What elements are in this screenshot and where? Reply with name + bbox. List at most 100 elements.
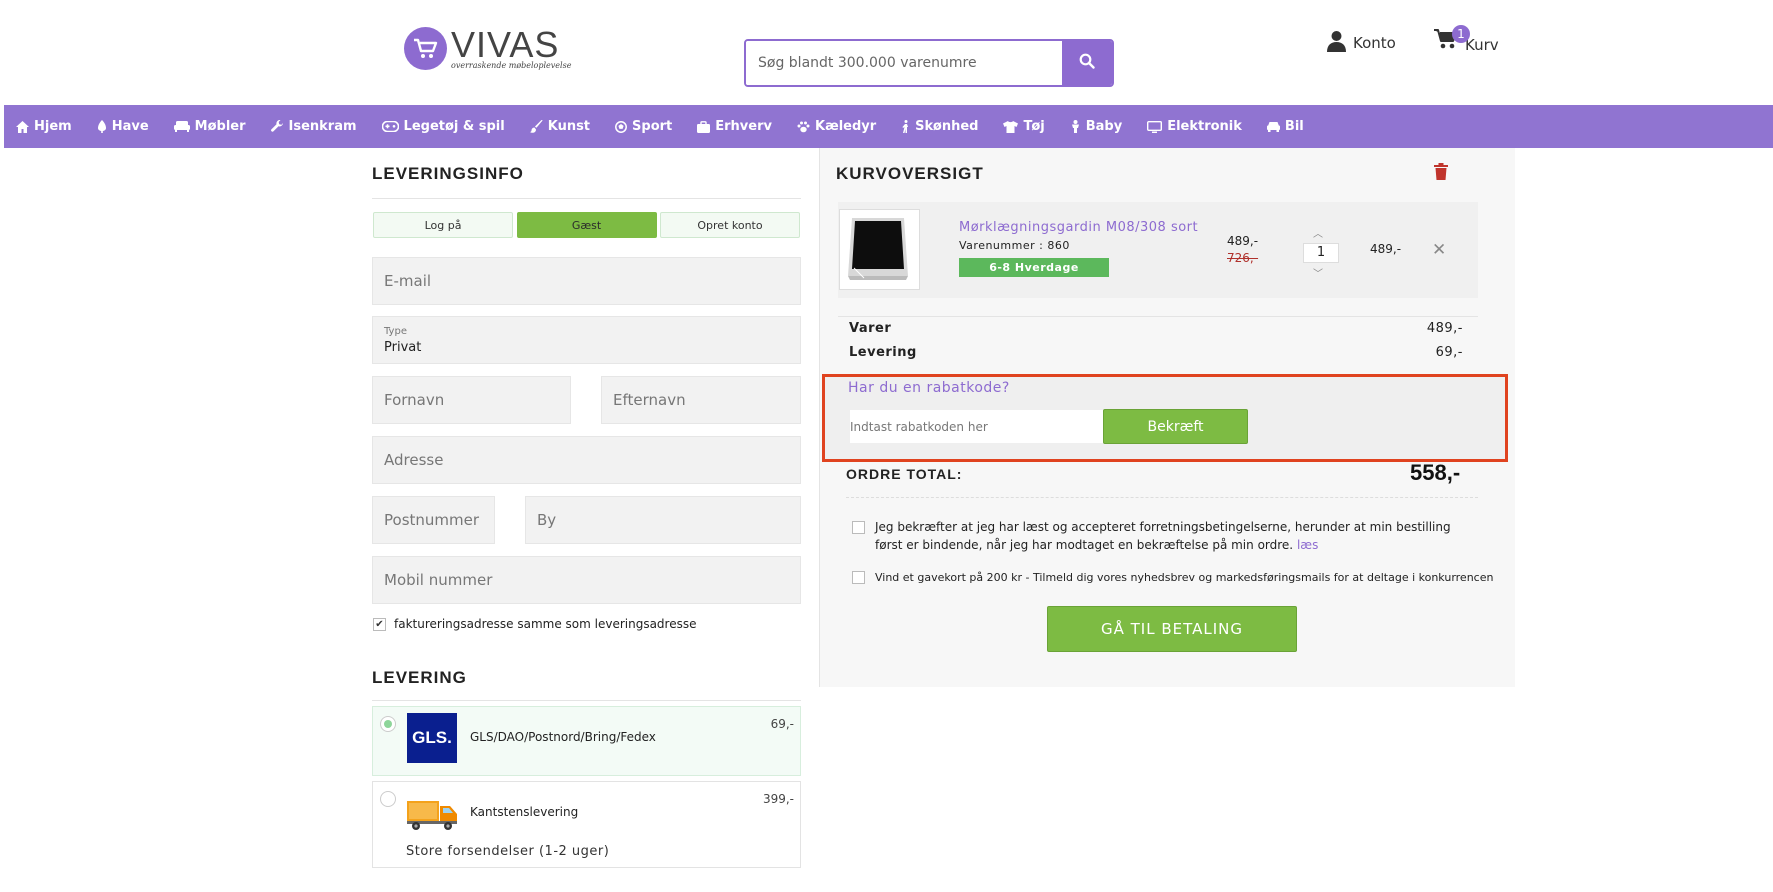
mobile-field[interactable]: Mobil nummer (372, 556, 801, 604)
home-icon (16, 120, 29, 133)
qty-increase-icon[interactable]: ︿ (1313, 225, 1323, 240)
paw-icon (797, 121, 810, 133)
discount-title: Har du en rabatkode? (848, 380, 1010, 396)
gls-logo: GLS. (407, 713, 457, 763)
logo-name: VIVAS (451, 23, 560, 65)
newsletter-checkbox[interactable] (852, 571, 865, 584)
nav-item-kaeledyr[interactable]: Kæledyr (797, 119, 876, 134)
nav-item-mobler[interactable]: Møbler (173, 119, 246, 134)
type-value: Privat (384, 339, 422, 355)
delivery-time-badge: 6-8 Hverdage (959, 258, 1109, 277)
line-total: 489,- (1370, 242, 1402, 256)
shirt-icon (1003, 120, 1019, 133)
delivery-info-title: LEVERINGSINFO (372, 164, 524, 183)
lastname-field[interactable]: Efternavn (601, 376, 801, 424)
cart-link[interactable]: 1 Kurv (1433, 25, 1499, 55)
newsletter-text: Vind et gavekort på 200 kr - Tilmeld dig… (875, 571, 1494, 584)
nav-item-skonhed[interactable]: Skønhed (901, 119, 978, 134)
zip-field[interactable]: Postnummer (372, 496, 495, 544)
billing-same-checkbox[interactable]: ✔ (373, 617, 386, 631)
gamepad-icon (381, 121, 399, 132)
summary-label: Levering (849, 345, 917, 360)
product-thumbnail[interactable] (839, 209, 920, 290)
search-bar (744, 39, 1114, 87)
shipping-option-curbside[interactable]: Kantstenslevering 399,- Store forsendels… (372, 781, 801, 868)
nav-item-legetoj[interactable]: Legetøj & spil (381, 119, 505, 134)
nav-item-isenkram[interactable]: Isenkram (270, 119, 357, 134)
divider (372, 198, 801, 199)
divider (372, 700, 801, 701)
cart-label: Kurv (1465, 36, 1499, 54)
truck-icon (407, 797, 459, 835)
terms-read-link[interactable]: læs (1297, 538, 1318, 552)
email-field[interactable]: E-mail (372, 257, 801, 305)
type-label: Type (384, 325, 407, 337)
product-sku: Varenummer : 860 (959, 239, 1070, 252)
site-logo[interactable]: VIVAS overraskende møbeloplevelse (404, 23, 572, 70)
product-price: 489,- (1227, 234, 1259, 248)
city-field[interactable]: By (525, 496, 801, 544)
shipping-radio-curbside[interactable] (380, 791, 396, 807)
summary-value: 69,- (1435, 345, 1463, 360)
user-icon (1327, 30, 1346, 56)
search-input[interactable] (746, 41, 1062, 85)
monitor-icon (1147, 120, 1163, 133)
cart-count-badge: 1 (1452, 25, 1470, 43)
tree-icon (97, 120, 107, 133)
shipping-option-name: Kantstenslevering (470, 805, 579, 819)
nav-item-toj[interactable]: Tøj (1003, 119, 1045, 134)
nav-item-elektronik[interactable]: Elektronik (1147, 119, 1242, 134)
go-to-payment-button[interactable]: GÅ TIL BETALING (1047, 606, 1297, 652)
remove-item-icon[interactable]: ✕ (1432, 240, 1446, 260)
shipping-radio-gls[interactable] (380, 716, 396, 732)
nav-item-baby[interactable]: Baby (1070, 119, 1122, 134)
firstname-field[interactable]: Fornavn (372, 376, 571, 424)
wrench-icon (270, 120, 284, 133)
summary-row-shipping: Levering 69,- (849, 345, 1463, 360)
divider (846, 497, 1478, 498)
shipping-option-gls[interactable]: GLS. GLS/DAO/Postnord/Bring/Fedex 69,- (372, 706, 801, 776)
newsletter-row: Vind et gavekort på 200 kr - Tilmeld dig… (852, 571, 1493, 584)
tab-create-account[interactable]: Opret konto (660, 212, 800, 238)
ball-icon (615, 120, 627, 133)
summary-label: Varer (849, 321, 892, 336)
cart-title: KURVOVERSIGT (836, 164, 984, 183)
divider (838, 316, 1478, 317)
nav-item-kunst[interactable]: Kunst (529, 119, 590, 134)
briefcase-icon (697, 120, 711, 133)
product-title-link[interactable]: Mørklægningsgardin M08/308 sort (959, 220, 1198, 235)
logo-tagline: overraskende møbeloplevelse (451, 60, 572, 70)
summary-value: 489,- (1426, 321, 1463, 336)
terms-checkbox[interactable] (852, 521, 865, 534)
figure-icon (901, 120, 910, 133)
search-icon (1079, 53, 1095, 73)
shipping-option-price: 69,- (770, 717, 794, 731)
product-old-price: 726,- (1227, 251, 1259, 265)
qty-decrease-icon[interactable]: ﹀ (1313, 265, 1323, 280)
confirm-discount-button[interactable]: Bekræft (1103, 409, 1248, 444)
nav-item-bil[interactable]: Bil (1266, 119, 1304, 134)
summary-row-items: Varer 489,- (849, 321, 1463, 336)
terms-row: Jeg bekræfter at jeg har læst og accepte… (852, 518, 1472, 554)
car-icon (1266, 121, 1280, 132)
quantity-input[interactable]: 1 (1303, 243, 1339, 263)
sofa-icon (173, 121, 190, 132)
trash-icon[interactable] (1434, 163, 1448, 184)
billing-same-label: faktureringsadresse samme som leveringsa… (394, 617, 697, 631)
terms-text: Jeg bekræfter at jeg har læst og accepte… (875, 520, 1451, 552)
discount-code-input[interactable] (850, 410, 1103, 443)
nav-item-hjem[interactable]: Hjem (16, 119, 72, 134)
main-nav: Hjem Have Møbler Isenkram Legetøj & spil… (4, 105, 1773, 148)
shipping-option-name: GLS/DAO/Postnord/Bring/Fedex (470, 730, 656, 744)
billing-same-row: ✔ faktureringsadresse samme som levering… (373, 617, 697, 631)
address-field[interactable]: Adresse (372, 436, 801, 484)
account-link[interactable]: Konto (1327, 30, 1396, 56)
nav-item-erhverv[interactable]: Erhverv (697, 119, 772, 134)
search-button[interactable] (1062, 41, 1112, 85)
type-select[interactable]: Type Privat (372, 316, 801, 364)
tab-guest[interactable]: Gæst (516, 212, 657, 238)
nav-item-sport[interactable]: Sport (615, 119, 672, 134)
tab-login[interactable]: Log på (373, 212, 513, 238)
nav-item-have[interactable]: Have (97, 119, 149, 134)
cart-logo-icon (404, 27, 447, 70)
